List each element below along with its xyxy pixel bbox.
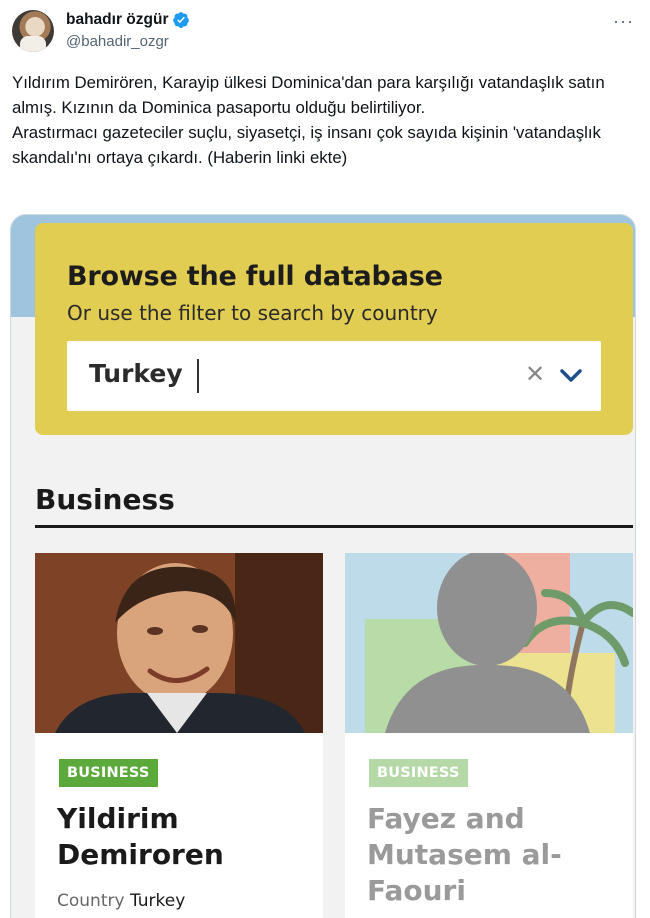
country-label: Country xyxy=(57,891,125,911)
tweet-text-paragraph-2: Arastırmacı gazeteciler suçlu, siyasetçi… xyxy=(12,123,606,167)
display-name[interactable]: bahadır özgür xyxy=(66,11,168,29)
profile-name[interactable]: Yildirim Demiroren xyxy=(57,801,307,873)
author-name-row: bahadır özgür xyxy=(66,11,190,29)
database-subtitle: Or use the filter to search by country xyxy=(67,301,438,325)
section-divider xyxy=(35,525,633,528)
profile-card[interactable]: BUSINESS Fayez and Mutasem al-Faouri xyxy=(345,553,633,918)
verified-badge-icon xyxy=(173,12,190,28)
tweet-header: bahadır özgür @bahadir_ozgr ··· xyxy=(12,10,638,56)
category-badge: BUSINESS xyxy=(59,759,158,787)
database-filter-panel: Browse the full database Or use the filt… xyxy=(35,223,633,435)
author-handle[interactable]: @bahadir_ozgr xyxy=(66,33,169,50)
profile-card[interactable]: BUSINESS Yildirim Demiroren Country Turk… xyxy=(35,553,323,918)
section-title-business: Business xyxy=(35,483,175,516)
profile-photo xyxy=(35,553,323,733)
tweet-text: Yıldırım Demirören, Karayip ülkesi Domin… xyxy=(12,70,632,170)
more-horizontal-icon[interactable]: ··· xyxy=(613,12,634,30)
chevron-down-icon[interactable] xyxy=(557,363,585,389)
country-filter-value: Turkey xyxy=(89,359,183,388)
clear-icon[interactable]: ✕ xyxy=(523,361,547,389)
profile-name[interactable]: Fayez and Mutasem al-Faouri xyxy=(367,801,617,909)
profile-placeholder-photo xyxy=(345,553,633,733)
country-value: Turkey xyxy=(129,891,186,911)
country-filter-input[interactable]: Turkey ✕ xyxy=(67,341,601,411)
category-badge: BUSINESS xyxy=(369,759,468,787)
profile-country: Country Turkey xyxy=(57,891,185,911)
tweet-media-image[interactable]: Browse the full database Or use the filt… xyxy=(10,214,636,918)
database-title: Browse the full database xyxy=(67,261,443,292)
text-cursor xyxy=(197,359,199,393)
avatar[interactable] xyxy=(12,10,54,52)
tweet-text-paragraph-1: Yıldırım Demirören, Karayip ülkesi Domin… xyxy=(12,73,610,117)
